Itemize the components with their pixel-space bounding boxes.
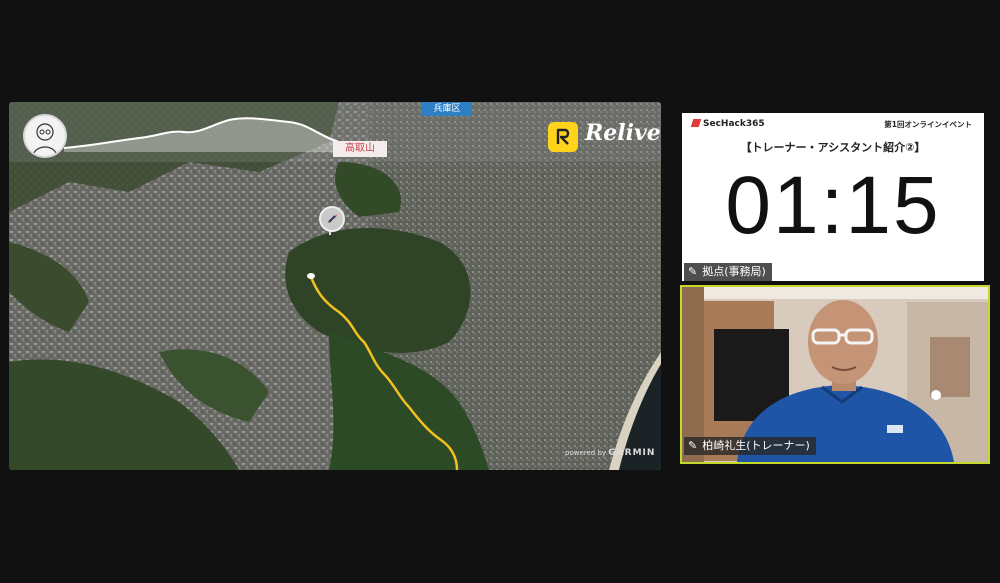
section-title: 【トレーナー・アシスタント紹介②】 xyxy=(740,141,926,154)
user-avatar xyxy=(23,114,67,158)
pin-icon: ✎ xyxy=(688,439,698,452)
webcam-video xyxy=(682,287,988,462)
brand-name: SecHack365 xyxy=(703,119,765,129)
shared-screen-tile[interactable]: 兵庫区 高取山 Relive powered by GARMIN xyxy=(9,102,661,470)
aerial-map xyxy=(9,102,661,470)
participant-name: 柏崎礼生(トレーナー) xyxy=(702,439,810,452)
event-title: 第1回オンラインイベント xyxy=(884,120,972,129)
countdown-panel[interactable]: SecHack365 第1回オンラインイベント 【トレーナー・アシスタント紹介②… xyxy=(682,113,984,281)
district-label: 兵庫区 xyxy=(422,102,472,116)
sechack-logo-icon xyxy=(690,119,702,127)
map-attribution: powered by GARMIN xyxy=(565,448,655,458)
rocket-marker-icon xyxy=(319,206,345,232)
participant-tag-office: ✎ 拠点(事務局) xyxy=(684,263,772,281)
relive-logo-icon xyxy=(548,122,578,152)
brand-logo: SecHack365 xyxy=(690,119,765,129)
pin-icon: ✎ xyxy=(688,265,698,278)
participant-tag-trainer: ✎ 柏崎礼生(トレーナー) xyxy=(684,437,816,455)
peak-label: 高取山 xyxy=(333,141,387,157)
relive-wordmark: Relive xyxy=(585,120,661,146)
attribution-brand: GARMIN xyxy=(608,448,656,458)
participant-name: 拠点(事務局) xyxy=(702,265,766,278)
attribution-small: powered by xyxy=(565,449,607,457)
countdown-timer: 01:15 xyxy=(725,160,941,251)
